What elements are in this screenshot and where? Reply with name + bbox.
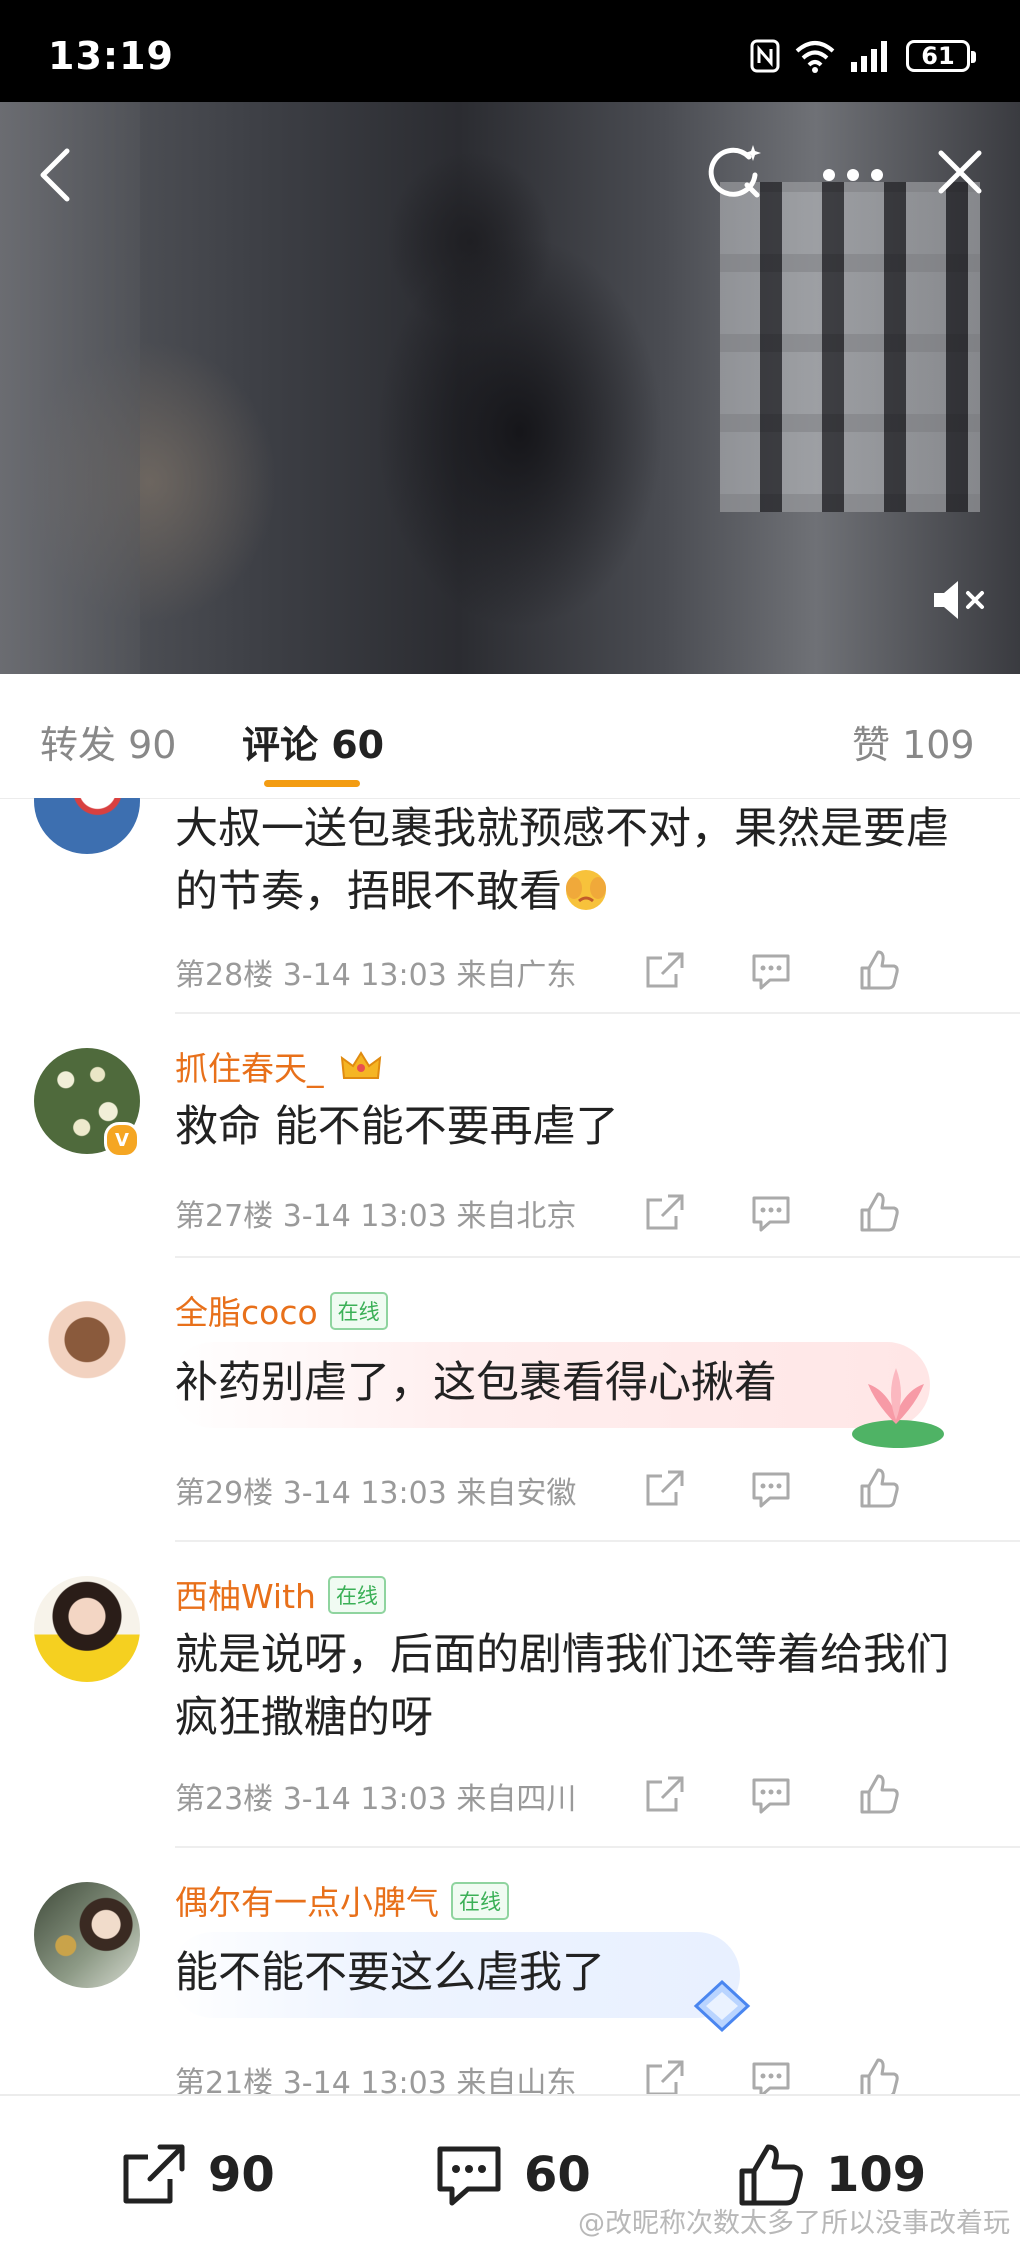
repost-button[interactable]: 90 [118, 2140, 275, 2210]
back-button[interactable] [30, 140, 80, 210]
avatar[interactable] [34, 1576, 140, 1682]
online-badge: 在线 [327, 1575, 386, 1614]
share-icon[interactable] [640, 946, 690, 996]
username[interactable]: 偶尔有一点小脾气 在线 [175, 1876, 509, 1924]
comment-count: 60 [524, 2147, 591, 2203]
like-count: 109 [826, 2147, 927, 2203]
battery-indicator: 61 [906, 40, 976, 72]
close-button[interactable] [930, 142, 990, 202]
signal-icon [851, 41, 887, 72]
comment-divider [175, 1846, 1020, 1848]
tab-comments[interactable]: 评论 60 [242, 714, 384, 769]
comment-actions [640, 1188, 1020, 1238]
username[interactable]: 抓住春天_ [175, 1042, 382, 1090]
like-icon[interactable] [854, 1464, 904, 1514]
comment-list[interactable]: 大叔一送包裹我就预感不对，果然是要虐的节奏，捂眼不敢看 第28楼 3-14 13… [0, 798, 1020, 2094]
comment-meta: 第29楼 3-14 13:03 来自安徽 [175, 1476, 577, 1511]
avatar[interactable] [34, 1292, 140, 1398]
tab-repost[interactable]: 转发 90 [40, 714, 176, 769]
bottom-action-bar: 90 60 109 @改昵称次数太多了所以没事改着玩 [0, 2094, 1020, 2252]
nfc-icon [750, 39, 780, 73]
comment-meta: 第23楼 3-14 13:03 来自四川 [175, 1782, 577, 1817]
comment-meta: 第28楼 3-14 13:03 来自广东 [175, 958, 577, 993]
cover-eyes-emoji-icon [566, 870, 606, 910]
comment-meta: 第27楼 3-14 13:03 来自北京 [175, 1199, 577, 1234]
tab-likes[interactable]: 赞 109 [852, 714, 975, 769]
like-icon[interactable] [854, 946, 904, 996]
share-icon[interactable] [640, 1464, 690, 1514]
comment-divider [175, 1540, 1020, 1542]
repost-count: 90 [208, 2147, 275, 2203]
status-bar: 13:19 61 [0, 0, 1020, 102]
comment-bubble-icon[interactable] [746, 2054, 796, 2094]
like-button[interactable]: 109 [734, 2140, 926, 2210]
status-icons: 61 [750, 38, 976, 74]
share-icon[interactable] [640, 2054, 690, 2094]
search-sparkle-icon [708, 145, 761, 198]
verified-badge-icon: V [104, 1122, 140, 1158]
close-icon [938, 150, 982, 194]
comment-text: 大叔一送包裹我就预感不对，果然是要虐的节奏，捂眼不敢看 [175, 804, 949, 917]
share-icon[interactable] [640, 1188, 690, 1238]
avatar[interactable] [34, 1882, 140, 1988]
more-button[interactable] [818, 150, 888, 200]
comment-text: 就是说呀，后面的剧情我们还等着给我们疯狂撒糖的呀 [175, 1630, 949, 1743]
more-dots-icon [823, 169, 883, 181]
status-time: 13:19 [48, 34, 174, 78]
online-badge: 在线 [329, 1291, 388, 1330]
comment-text: 能不能不要这么虐我了 [175, 1948, 605, 1998]
online-badge: 在线 [451, 1881, 509, 1920]
comment-actions [640, 1464, 1020, 1514]
comment-text: 救命 能不能不要再虐了 [175, 1102, 619, 1152]
chevron-left-icon [40, 148, 70, 202]
comment-text: 补药别虐了，这包裹看得心揪着 [175, 1358, 777, 1408]
comment-bubble-icon[interactable] [746, 946, 796, 996]
visual-search-button[interactable] [700, 138, 770, 208]
tab-bar: 转发 90 评论 60 赞 109 [0, 674, 1020, 799]
comment-bubble-icon[interactable] [746, 1464, 796, 1514]
comment-bubble-icon[interactable] [746, 1188, 796, 1238]
wifi-icon [795, 41, 835, 73]
video-player[interactable] [0, 102, 1020, 674]
crown-icon [340, 1051, 382, 1079]
battery-level: 61 [921, 42, 955, 70]
comment-divider [175, 1256, 1020, 1258]
username[interactable]: 西柚With 在线 [175, 1570, 386, 1618]
comment-actions [640, 946, 1020, 996]
video-frame-window [720, 182, 980, 512]
like-icon[interactable] [854, 1188, 904, 1238]
like-icon[interactable] [854, 1770, 904, 1820]
speaker-muted-icon [934, 581, 984, 619]
comment-actions [640, 1770, 1020, 1820]
comment-actions [640, 2054, 1020, 2094]
comment-divider [175, 1012, 1020, 1014]
comment-meta: 第21楼 3-14 13:03 来自山东 [175, 2066, 577, 2094]
comment-icon [437, 2146, 501, 2206]
like-icon[interactable] [854, 2054, 904, 2094]
share-icon[interactable] [640, 1770, 690, 1820]
avatar[interactable] [34, 798, 140, 854]
username[interactable]: 全脂coco 在线 [175, 1286, 388, 1334]
active-tab-indicator [264, 780, 360, 787]
mute-button[interactable] [928, 572, 992, 628]
comment-button[interactable]: 60 [432, 2140, 591, 2210]
comment-bubble-icon[interactable] [746, 1770, 796, 1820]
watermark: @改昵称次数太多了所以没事改着玩 [578, 2208, 1010, 2239]
repost-icon [123, 2144, 185, 2204]
